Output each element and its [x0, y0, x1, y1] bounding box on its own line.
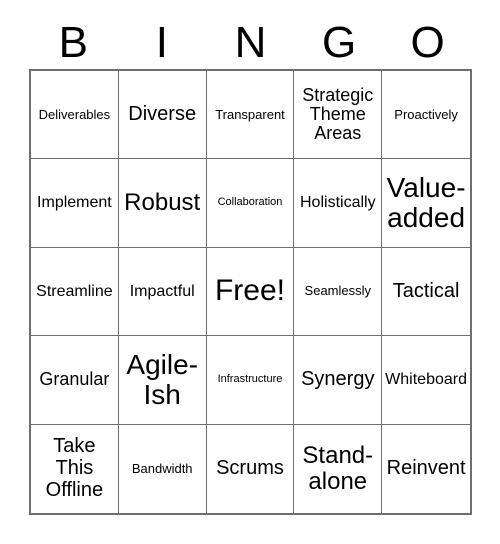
bingo-cell-i3[interactable]: Impactful	[118, 247, 207, 337]
bingo-cell-label: Reinvent	[386, 457, 466, 479]
bingo-cell-label: Take This Offline	[45, 435, 104, 501]
bingo-cell-label: Proactively	[394, 106, 458, 122]
bingo-cell-label: Holistically	[300, 194, 376, 212]
bingo-cell-o3[interactable]: Tactical	[382, 247, 470, 337]
bingo-cell-free-space[interactable]: Free!	[206, 247, 295, 337]
bingo-cell-b4[interactable]: Granular	[31, 336, 119, 425]
bingo-cell-label: Whiteboard	[385, 371, 467, 389]
bingo-cell-o2[interactable]: Value- added	[382, 159, 470, 248]
bingo-cell-b2[interactable]: Implement	[31, 159, 119, 248]
bingo-cell-o4[interactable]: Whiteboard	[382, 336, 470, 425]
bingo-header: BINGO	[29, 18, 472, 68]
bingo-cell-i5[interactable]: Bandwidth	[118, 424, 207, 513]
bingo-cell-g4[interactable]: Synergy	[294, 336, 383, 425]
bingo-cell-label: Infrastructure	[217, 372, 283, 385]
bingo-cell-label: Implement	[37, 194, 112, 212]
bingo-cell-label: Collaboration	[217, 196, 283, 209]
bingo-header-letter-b: B	[58, 18, 88, 67]
bingo-cell-label: Bandwidth	[131, 460, 193, 476]
bingo-cell-label: Synergy	[301, 368, 375, 391]
bingo-header-letter-g: G	[321, 18, 357, 67]
bingo-cell-label: Stand- alone	[302, 441, 374, 495]
bingo-cell-label: Streamline	[36, 282, 113, 300]
bingo-cell-label: Deliverables	[38, 106, 111, 122]
bingo-cell-g3[interactable]: Seamlessly	[294, 247, 383, 337]
bingo-cell-b3[interactable]: Streamline	[31, 247, 119, 337]
bingo-cell-label: Value- added	[386, 171, 466, 234]
bingo-cell-g2[interactable]: Holistically	[294, 159, 383, 248]
bingo-cell-label: Granular	[39, 369, 110, 390]
bingo-cell-label: Transparent	[215, 106, 285, 122]
bingo-cell-o5[interactable]: Reinvent	[382, 424, 470, 513]
bingo-cell-label: Agile- Ish	[126, 348, 198, 410]
bingo-card: B I N G O Deliverables Diverse Transparent Stra…	[0, 0, 500, 544]
bingo-cell-label: Robust	[124, 189, 201, 217]
bingo-cell-n1[interactable]: Transparent	[206, 71, 295, 160]
bingo-cell-i4[interactable]: Agile- Ish	[118, 336, 207, 425]
bingo-cell-label: Free!	[214, 274, 285, 308]
bingo-cell-g5[interactable]: Stand- alone	[294, 424, 383, 513]
bingo-header-letter-n: N	[234, 18, 267, 67]
bingo-cell-label: Tactical	[392, 279, 460, 302]
bingo-cell-o1[interactable]: Proactively	[382, 71, 470, 160]
bingo-cell-b5[interactable]: Take This Offline	[31, 424, 119, 513]
bingo-cell-label: Seamlessly	[304, 283, 372, 299]
bingo-cell-g1[interactable]: Strategic Theme Areas	[294, 71, 383, 160]
bingo-cell-i2[interactable]: Robust	[118, 159, 207, 248]
bingo-cell-b1[interactable]: Deliverables	[31, 71, 119, 160]
bingo-cell-n2[interactable]: Collaboration	[206, 159, 295, 248]
bingo-cell-label: Scrums	[216, 457, 284, 479]
bingo-cell-label: Impactful	[129, 282, 195, 300]
bingo-header-letter-o: O	[410, 18, 445, 67]
bingo-cell-label: Diverse	[128, 102, 197, 125]
bingo-cell-label: Strategic Theme Areas	[302, 84, 374, 144]
bingo-header-letter-i: I	[155, 18, 168, 67]
bingo-cell-i1[interactable]: Diverse	[118, 71, 207, 160]
bingo-cell-n4[interactable]: Infrastructure	[206, 336, 295, 425]
bingo-cell-n5[interactable]: Scrums	[206, 424, 295, 513]
bingo-grid: Deliverables Diverse Transparent Strategic …	[29, 69, 472, 515]
